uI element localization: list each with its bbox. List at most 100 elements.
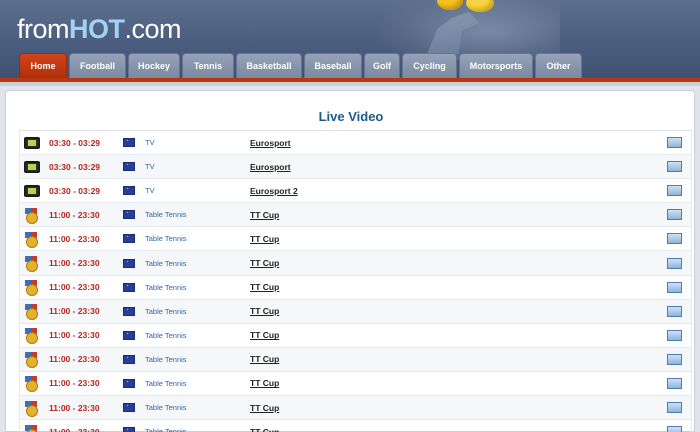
eu-flag-icon [123,280,135,292]
main-navigation: Home Football Hockey Tennis Basketball Baseba… [19,53,582,78]
sport-category: Table Tennis [145,258,187,268]
sport-category: Table Tennis [145,403,187,413]
sport-category: Table Tennis [145,306,187,316]
site-logo[interactable]: fromHOT.com [17,14,182,45]
tab-basketball[interactable]: Basketball [236,53,302,78]
event-time: 11:00 - 23:30 [49,354,100,365]
sport-category: Table Tennis [145,330,187,340]
eu-flag-icon [123,376,135,388]
sport-category: Table Tennis [145,354,187,364]
video-player-icon[interactable] [667,377,682,389]
event-time: 11:00 - 23:30 [49,258,100,269]
table-row: 03:30 - 03:29 TV Eurosport [19,131,692,156]
eu-flag-icon [123,183,135,196]
table-row: 11:00 - 23:30 Table Tennis TT Cup [19,203,692,228]
table-row: 11:00 - 23:30 Table Tennis TT Cup [19,299,692,324]
eu-flag-icon [123,400,135,413]
page-title: Live Video [318,109,384,124]
event-time: 11:00 - 23:30 [49,426,100,432]
tv-icon [24,160,40,173]
video-player-icon[interactable] [667,209,682,221]
tab-cycling[interactable]: Cycling [402,53,457,78]
event-time: 03:30 - 03:29 [49,137,101,148]
tab-tennis[interactable]: Tennis [182,53,234,78]
video-player-icon[interactable] [667,161,682,173]
table-row: 11:00 - 23:30 Table Tennis TT Cup [19,251,692,276]
event-link[interactable]: TT Cup [250,427,667,432]
tab-hockey[interactable]: Hockey [128,53,180,78]
event-link[interactable]: TT Cup [250,354,667,364]
event-link[interactable]: TT Cup [250,282,667,292]
tab-golf[interactable]: Golf [364,53,400,78]
video-player-icon[interactable] [667,329,682,341]
event-time: 03:30 - 03:29 [49,161,101,172]
content-panel: Live Video 03:30 - 03:29TVEurosport03:30… [5,90,695,432]
eu-flag-icon [123,231,135,244]
tab-baseball[interactable]: Baseball [304,53,362,78]
sport-category: Table Tennis [145,210,187,220]
table-row: 11:00 - 23:30 Table Tennis TT Cup [19,275,692,300]
eu-flag-icon [123,207,135,220]
medal-icon [24,424,38,432]
event-link[interactable]: TT Cup [250,403,667,413]
medal-icon [24,376,38,393]
event-link[interactable]: TT Cup [250,258,667,268]
video-player-icon[interactable] [667,185,682,197]
tab-motorsports[interactable]: Motorsports [459,53,533,78]
medal-icon [24,400,38,417]
event-link[interactable]: TT Cup [250,378,667,388]
event-link[interactable]: Eurosport [250,162,667,172]
event-link[interactable]: TT Cup [250,306,667,316]
event-time: 11:00 - 23:30 [49,330,100,341]
table-row: 11:00 - 23:30 Table Tennis TT Cup [19,396,692,421]
eu-flag-icon [123,304,135,316]
event-link[interactable]: TT Cup [250,330,667,340]
video-player-icon[interactable] [667,353,682,365]
live-video-table: 03:30 - 03:29 TV Eurosport 03:30 - 03:29 TV E… [19,130,692,432]
tab-football[interactable]: Football [69,53,126,78]
video-player-icon[interactable] [667,281,682,293]
medal-icon [24,328,38,345]
eu-flag-icon [123,328,135,340]
medal-icon [24,352,38,369]
eu-flag-icon [123,352,135,364]
medal-icon [24,256,38,273]
sport-category: Table Tennis [145,427,187,432]
logo-prefix: from [17,14,70,44]
tab-other[interactable]: Other [535,53,582,78]
event-link[interactable]: TT Cup [250,210,667,220]
event-time: 11:00 - 23:30 [49,282,100,293]
eu-flag-icon [123,256,135,268]
video-player-icon[interactable] [667,137,682,149]
event-time: 03:30 - 03:29 [49,185,101,196]
video-player-icon[interactable] [667,402,682,414]
sport-category: Table Tennis [145,234,187,244]
logo-brand: HOT [69,14,125,44]
medal-icon [24,280,38,297]
event-link[interactable]: TT Cup [250,234,667,244]
table-row: 03:30 - 03:29 TV Eurosport 2 [19,179,692,204]
event-time: 11:00 - 23:30 [49,378,100,389]
table-row: 11:00 - 23:30 Table Tennis TT Cup [19,371,692,397]
table-row: 11:00 - 23:30 Table Tennis TT Cup [19,420,692,432]
video-player-icon[interactable] [667,305,682,317]
tab-home[interactable]: Home [19,53,67,78]
sport-category: Table Tennis [145,378,187,388]
video-player-icon[interactable] [667,257,682,269]
event-time: 11:00 - 23:30 [49,233,100,244]
event-time: 11:00 - 23:30 [49,306,100,317]
table-row: 03:30 - 03:29 TV Eurosport [19,155,692,180]
eu-flag-icon [123,159,135,172]
event-link[interactable]: Eurosport [250,138,667,148]
table-row: 11:00 - 23:30 Table Tennis TT Cup [19,227,692,252]
sport-category: TV [145,186,155,196]
video-player-icon[interactable] [667,233,682,245]
event-time: 11:00 - 23:30 [49,209,100,220]
sport-category: TV [145,162,155,172]
medal-icon [24,207,38,224]
table-row: 11:00 - 23:30 Table Tennis TT Cup [19,347,692,372]
sport-category: TV [145,138,155,148]
video-player-icon[interactable] [667,426,682,432]
eu-flag-icon [123,135,135,148]
event-link[interactable]: Eurosport 2 [250,186,667,196]
